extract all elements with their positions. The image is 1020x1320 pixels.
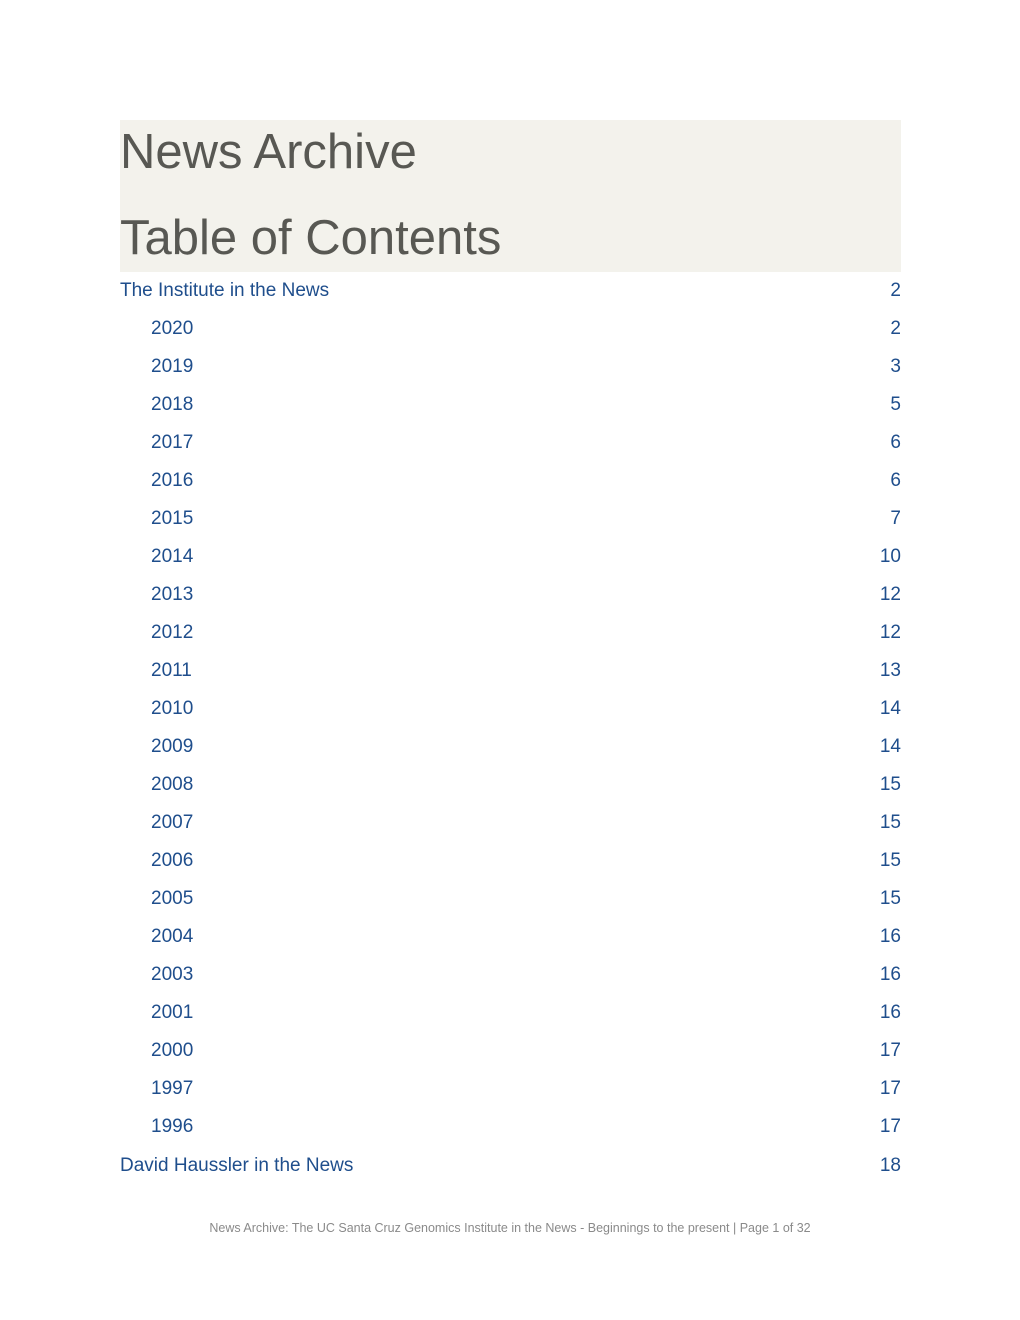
toc-entry-page-number: 2 [890, 280, 901, 301]
toc-entry-label: 2009 [151, 736, 194, 757]
toc-entry-label: 2017 [151, 432, 194, 453]
toc-entry-page-number: 12 [879, 622, 901, 643]
toc-year-link[interactable]: 2012 12 [120, 614, 901, 652]
toc-entry-page-number: 2 [890, 318, 901, 339]
toc-entry-label: 2010 [151, 698, 194, 719]
toc-entry-page-number: 12 [879, 584, 901, 605]
toc-entry-label: David Haussler in the News [120, 1155, 354, 1176]
toc-year-link[interactable]: 2003 16 [120, 956, 901, 994]
toc-entry-page-number: 15 [879, 812, 901, 833]
toc-entry-page-number: 10 [879, 546, 901, 567]
toc-entry-label: 1997 [151, 1078, 194, 1099]
toc-year-link[interactable]: 2008 15 [120, 766, 901, 804]
toc-entry-page-number: 14 [879, 698, 901, 719]
toc-entry-page-number: 16 [879, 1002, 901, 1023]
toc-entry-label: The Institute in the News [120, 280, 330, 301]
toc-entry-label: 2018 [151, 394, 194, 415]
toc-year-link[interactable]: 2018 5 [120, 386, 901, 424]
toc-heading: Table of Contents [120, 211, 502, 265]
toc-year-link[interactable]: 2007 15 [120, 804, 901, 842]
toc-year-link[interactable]: 2006 15 [120, 842, 901, 880]
toc-entry-label: 2011 [151, 660, 192, 681]
toc-year-link[interactable]: 2015 7 [120, 500, 901, 538]
toc-year-link[interactable]: 2001 16 [120, 994, 901, 1032]
toc-entry-page-number: 15 [879, 774, 901, 795]
toc-entry-page-number: 13 [879, 660, 901, 681]
toc-year-link[interactable]: 1996 17 [120, 1108, 901, 1146]
toc-year-link[interactable]: 2005 15 [120, 880, 901, 918]
toc-entry-page-number: 6 [890, 470, 901, 491]
toc-section-link[interactable]: David Haussler in the News 18 [120, 1147, 901, 1185]
toc-year-link[interactable]: 2020 2 [120, 310, 901, 348]
toc-entry-page-number: 16 [879, 926, 901, 947]
toc-entry-page-number: 5 [890, 394, 901, 415]
toc-section-link[interactable]: The Institute in the News 2 [120, 272, 901, 310]
toc-entry-label: 2020 [151, 318, 194, 339]
toc-entry-label: 2000 [151, 1040, 194, 1061]
toc-entry-label: 1996 [151, 1116, 194, 1137]
toc-entry-page-number: 7 [890, 508, 901, 529]
toc-year-link[interactable]: 2014 10 [120, 538, 901, 576]
toc-entry-label: 2004 [151, 926, 194, 947]
toc-entry-page-number: 15 [879, 850, 901, 871]
toc-entry-label: 2016 [151, 470, 194, 491]
toc-year-link[interactable]: 1997 17 [120, 1070, 901, 1108]
toc-year-link[interactable]: 2004 16 [120, 918, 901, 956]
toc-entry-label: 2007 [151, 812, 194, 833]
title-block: News Archive Table of Contents [120, 120, 901, 272]
toc-entry-label: 2005 [151, 888, 194, 909]
toc-entry-label: 2001 [151, 1002, 194, 1023]
toc-entry-page-number: 3 [890, 356, 901, 377]
toc-entry-page-number: 17 [879, 1040, 901, 1061]
toc-entry-page-number: 17 [879, 1078, 901, 1099]
toc-entry-label: 2012 [151, 622, 194, 643]
toc-year-link[interactable]: 2013 12 [120, 576, 901, 614]
toc-entry-page-number: 15 [879, 888, 901, 909]
toc-entry-page-number: 6 [890, 432, 901, 453]
toc-entry-label: 2003 [151, 964, 194, 985]
page-footer: News Archive: The UC Santa Cruz Genomics… [209, 1221, 811, 1235]
toc-year-link[interactable]: 2016 6 [120, 462, 901, 500]
document-title: News Archive [120, 125, 417, 179]
toc-entry-page-number: 18 [879, 1155, 901, 1176]
toc-entry-label: 2013 [151, 584, 194, 605]
toc-entry-label: 2015 [151, 508, 194, 529]
toc-entry-label: 2006 [151, 850, 194, 871]
toc-year-link[interactable]: 2017 6 [120, 424, 901, 462]
toc-entry-label: 2019 [151, 356, 194, 377]
toc-year-link[interactable]: 2009 14 [120, 728, 901, 766]
toc-entry-label: 2014 [151, 546, 194, 567]
document-page: News Archive Table of Contents The Insti… [0, 0, 1020, 1320]
toc-year-link[interactable]: 2000 17 [120, 1032, 901, 1070]
toc-year-link[interactable]: 2011 13 [120, 652, 901, 690]
toc-entry-page-number: 17 [879, 1116, 901, 1137]
toc-year-link[interactable]: 2010 14 [120, 690, 901, 728]
toc-entry-page-number: 16 [879, 964, 901, 985]
toc-entry-label: 2008 [151, 774, 194, 795]
toc-year-link[interactable]: 2019 3 [120, 348, 901, 386]
toc-entry-page-number: 14 [879, 736, 901, 757]
